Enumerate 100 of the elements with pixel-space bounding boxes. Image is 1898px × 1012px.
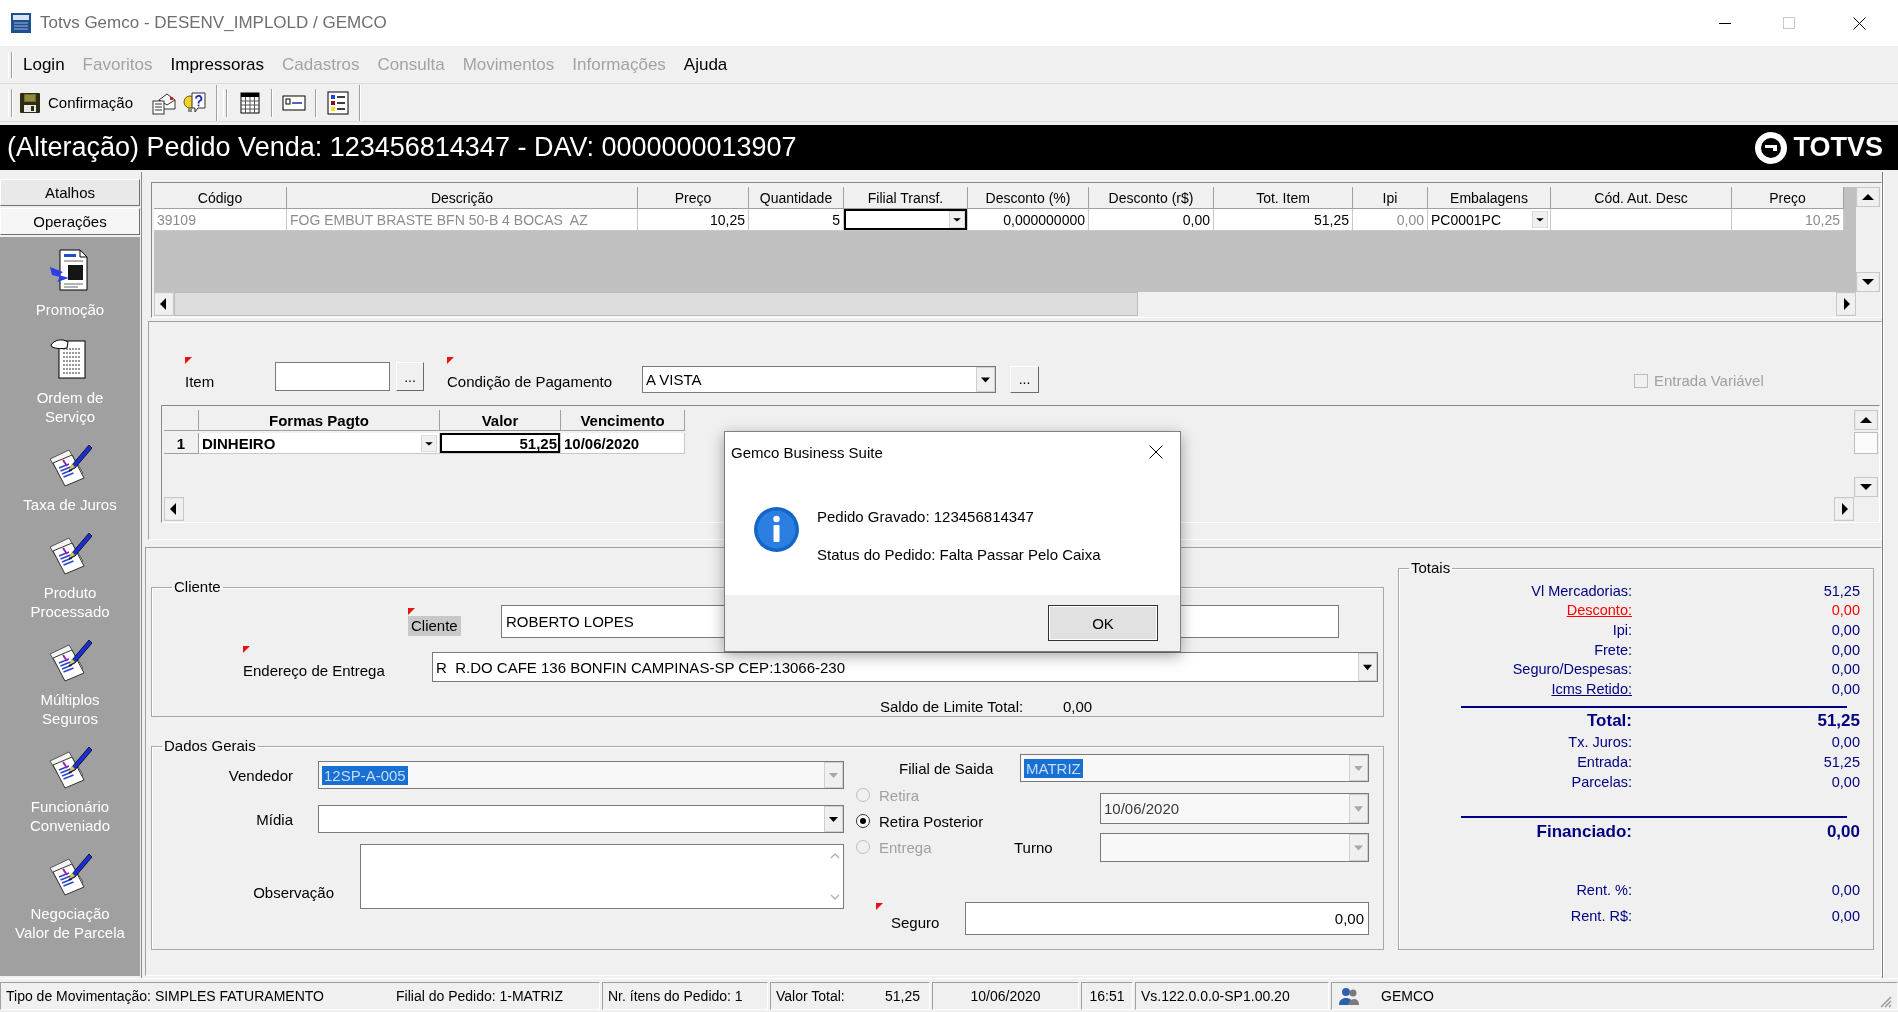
field-label: Vendedor [228,766,293,784]
dropdown-field[interactable] [1100,832,1369,862]
table-cell: 51,25 [440,433,561,454]
row-header: 1 [164,433,199,454]
dropdown-field[interactable]: R R.DO CAFE 136 BONFIN CAMPINAS-SP CEP:13066-230 [432,652,1378,682]
total-value: 0,00 [1831,602,1860,619]
table-corner [164,410,199,431]
menu-item[interactable]: Impressoras [161,54,274,75]
dialog-message: Status do Pedido: Falta Passar Pelo Caixa [817,545,1101,564]
group-title: Dados Gerais [163,738,257,754]
scroll-down-icon[interactable] [1856,272,1880,292]
field-value: 0,00 [1063,697,1093,715]
help-icon [183,90,208,115]
scroll-left-icon[interactable] [154,292,174,316]
confirm-button[interactable]: Confirmação [16,88,137,117]
ok-button[interactable]: OK [1048,605,1158,641]
dropdown-arrow-icon[interactable] [1358,653,1377,681]
browse-button[interactable]: ... [396,362,424,391]
pen-paper-icon [48,531,92,575]
total-label: Seguro/Despesas: [1512,661,1632,678]
sidebar-tab[interactable]: Operações [0,208,140,235]
total-link[interactable]: Desconto: [1566,602,1632,619]
total-value: 51,25 [1823,753,1860,770]
total-label: Rent. R$: [1570,908,1632,925]
scroll-right-icon[interactable] [1834,497,1854,521]
status-text: Tipo de Movimentação: SIMPLES FATURAMENTO [6,988,324,1004]
vertical-scrollbar[interactable] [1854,410,1878,497]
table-cell: 5 [749,209,844,231]
scroll-up-icon[interactable] [1856,187,1880,207]
scroll-down-icon[interactable] [1854,477,1878,497]
pen-paper-icon [48,852,92,896]
menu-item[interactable]: Ajuda [674,54,737,75]
dropdown-arrow-icon[interactable] [949,211,965,228]
total-value: 51,25 [1817,710,1860,731]
dropdown-cell[interactable] [844,209,968,231]
menu-item[interactable]: Login [14,54,74,75]
table-cell: 0,00 [1089,209,1214,231]
dropdown-cell[interactable]: PC0001PC [1428,209,1551,231]
field-label: Condição de Pagamento [447,373,613,390]
dropdown-arrow-icon[interactable] [1532,211,1548,228]
status-text: 51,25 [884,988,920,1004]
field-label: Seguro [891,914,940,931]
total-value: 0,00 [1831,908,1860,925]
field-label: Item [185,373,215,390]
dropdown-field[interactable] [318,805,844,833]
scroll-left-icon[interactable] [164,497,184,521]
status-text: Vs.122.0.0.0-SP1.00.20 [1141,988,1290,1004]
table-cell: 39109 [154,209,287,231]
total-label: Tx. Juros: [1568,734,1632,751]
total-label: Ipi: [1612,622,1632,638]
scroll-right-icon[interactable] [1836,292,1856,316]
table-cell: 10,25 [1732,209,1844,231]
scroll-thumb[interactable] [1854,432,1878,454]
column-header: Desconto (r$) [1089,187,1214,209]
total-value: 0,00 [1831,661,1860,678]
horizontal-scrollbar[interactable] [154,292,1856,316]
browse-button[interactable]: ... [1010,366,1039,393]
people-icon [1339,987,1359,1005]
status-text: 10/06/2020 [970,988,1041,1004]
field-label[interactable]: Cliente [408,616,461,636]
table-cell: 0,000000000 [968,209,1089,231]
field-label: Saldo de Limite Total: [880,697,1024,715]
status-text: GEMCO [1381,988,1434,1004]
text-area[interactable] [360,844,844,909]
field-label: Endereço de Entrega [243,662,385,679]
table-cell: 10,25 [638,209,749,231]
column-header: Ipi [1353,187,1428,209]
total-value: 0,00 [1826,822,1860,843]
column-header: Valor [440,410,561,431]
table-cell: 0,00 [1353,209,1428,231]
vertical-scrollbar[interactable] [1856,187,1880,292]
radio-icon[interactable] [856,814,870,828]
calendar-icon [238,90,263,115]
scroll-thumb[interactable] [174,292,1138,316]
status-text: Valor Total: [776,988,845,1004]
field-label: Observação [253,884,334,901]
pen-paper-icon [48,443,92,487]
radio-option[interactable]: Retira Posterior [858,808,984,834]
resize-grip-icon[interactable] [1878,994,1892,1008]
text-field[interactable]: 0,00 [965,902,1369,935]
group-title: Totais [1410,560,1452,576]
text-field[interactable] [275,362,390,391]
sidebar-tab[interactable]: Atalhos [0,179,140,206]
total-label: Rent. %: [1576,882,1632,899]
field-label: Turno [1014,838,1053,856]
status-text: 16:51 [1089,988,1125,1004]
table-cell: 10/06/2020 [561,433,685,454]
dropdown-arrow-icon[interactable] [421,434,437,452]
dropdown-field[interactable]: A VISTA [642,366,996,393]
scroll-up-icon[interactable] [1854,410,1878,430]
total-label: Financiado: [1536,822,1632,843]
dialog-message: Pedido Gravado: 123456814347 [817,507,1034,526]
logo-text: TOTVS [1793,132,1883,163]
column-header: Descrição [287,187,638,209]
total-link[interactable]: Icms Retido: [1551,680,1632,697]
dropdown-cell[interactable]: DINHEIRO [199,433,440,454]
total-value: 0,00 [1831,622,1860,638]
app-icon [11,13,31,33]
column-header: Tot. Item [1214,187,1353,209]
column-header: Formas Pagto [199,410,440,431]
